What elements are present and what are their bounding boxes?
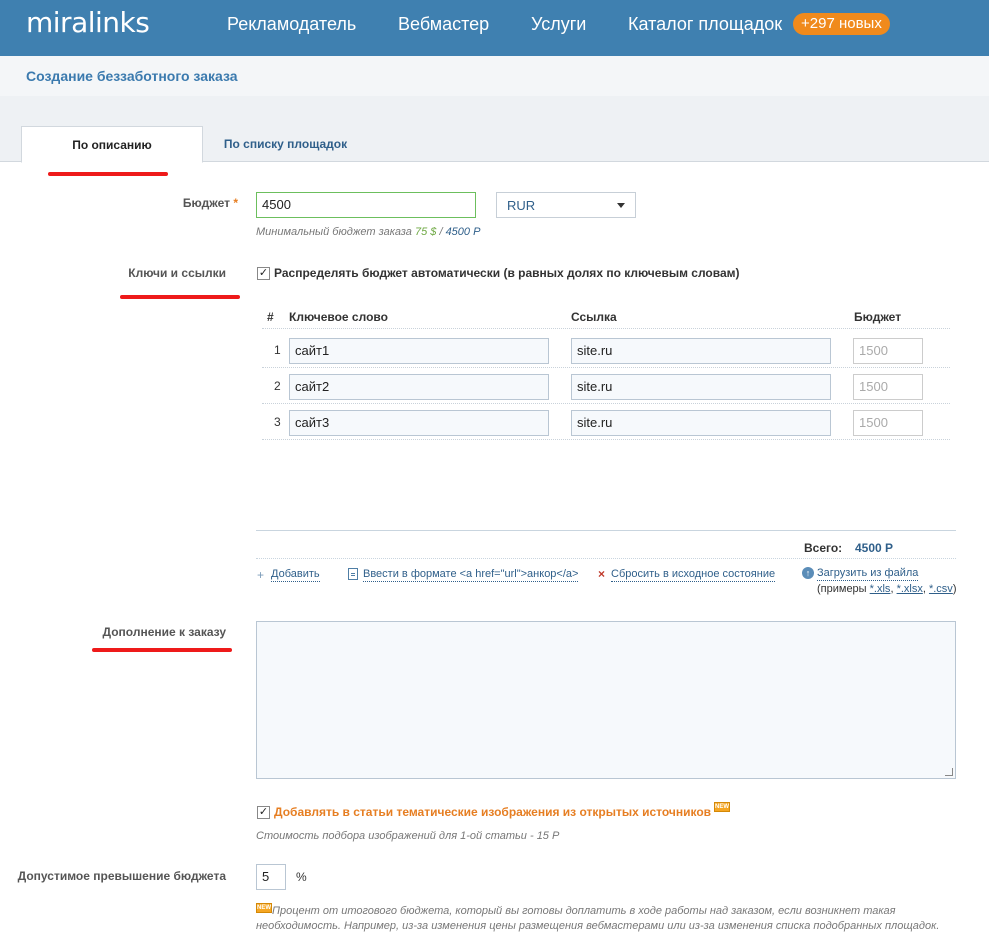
overrun-hint-line1: Процент от итогового бюджета, который вы… — [272, 905, 896, 917]
budget-label: Бюджет * — [120, 196, 238, 210]
nav-advertiser[interactable]: Рекламодатель — [227, 14, 356, 35]
examples-suffix: ) — [952, 583, 957, 595]
row-number: 3 — [274, 415, 281, 429]
required-mark: * — [233, 196, 238, 210]
images-cost-hint: Стоимость подбора изображений для 1-ой с… — [256, 830, 560, 842]
upload-icon[interactable]: ↑ — [802, 567, 814, 579]
row-divider — [262, 439, 950, 440]
overrun-hint-line2: необходимость. Например, из-за изменения… — [256, 920, 940, 932]
total-divider-dotted — [256, 558, 956, 559]
red-underline-mark — [120, 295, 240, 299]
miralinks-logo[interactable]: miralinks — [26, 6, 150, 39]
top-navbar: miralinks Рекламодатель Вебмастер Услуги… — [0, 0, 989, 56]
red-underline-mark — [48, 172, 168, 176]
examples-prefix: (примеры — [817, 583, 867, 595]
currency-value: RUR — [507, 198, 536, 213]
budget-label-text: Бюджет — [182, 196, 230, 210]
auto-distribute-checkbox[interactable]: ✓ — [257, 267, 270, 280]
document-icon[interactable] — [348, 568, 358, 580]
keyword-input[interactable]: сайт3 — [289, 410, 549, 436]
upload-file-link[interactable]: Загрузить из файла — [817, 567, 919, 581]
row-budget-input[interactable]: 1500 — [853, 374, 923, 400]
chevron-down-icon — [617, 203, 625, 208]
close-icon[interactable]: × — [598, 567, 605, 581]
total-divider — [256, 530, 956, 531]
total-value: 4500 Р — [855, 541, 894, 555]
keys-label: Ключи и ссылки — [128, 266, 226, 280]
col-budget: Бюджет — [854, 310, 902, 324]
subheader: Создание беззаботного заказа — [0, 56, 989, 96]
budget-hint-rub: 4500 Р — [445, 226, 481, 238]
budget-hint-usd: 75 $ — [414, 226, 437, 238]
reset-link[interactable]: Сбросить в исходное состояние — [611, 568, 776, 582]
keyword-input[interactable]: сайт1 — [289, 338, 549, 364]
new-badge-icon: NEW — [256, 903, 272, 913]
tab-by-description[interactable]: По описанию — [21, 126, 203, 163]
col-number: # — [267, 310, 274, 324]
order-addition-textarea[interactable] — [256, 621, 956, 779]
keyword-input[interactable]: сайт2 — [289, 374, 549, 400]
add-row-link[interactable]: Добавить — [271, 568, 320, 582]
tabs-bar: По описанию По списку площадок — [0, 96, 989, 163]
resize-handle-icon[interactable] — [945, 768, 953, 776]
red-underline-mark — [92, 648, 232, 652]
currency-select[interactable]: RUR — [496, 192, 636, 218]
new-badge-icon: NEW — [714, 802, 730, 812]
file-examples: (примеры *.xls, *.xlsx, *.csv) — [817, 583, 957, 595]
row-divider — [262, 403, 950, 404]
col-keyword: Ключевое слово — [289, 310, 388, 324]
overrun-label: Допустимое превышение бюджета — [17, 869, 226, 883]
link-input[interactable]: site.ru — [571, 374, 831, 400]
nav-webmaster[interactable]: Вебмастер — [398, 14, 489, 35]
new-sites-badge[interactable]: +297 новых — [793, 13, 890, 35]
example-xlsx-link[interactable]: *.xlsx — [897, 583, 923, 595]
example-xls-link[interactable]: *.xls — [870, 583, 891, 595]
enter-format-link[interactable]: Ввести в формате <a href="url">анкор</a> — [363, 568, 579, 582]
budget-input[interactable]: 4500 — [256, 192, 476, 218]
row-divider — [262, 367, 950, 368]
auto-distribute-label: Распределять бюджет автоматически (в рав… — [274, 266, 740, 280]
total-label: Всего: — [804, 541, 843, 555]
row-number: 2 — [274, 379, 281, 393]
row-number: 1 — [274, 343, 281, 357]
budget-hint-sep: / — [436, 226, 446, 238]
page-title: Создание беззаботного заказа — [26, 68, 238, 84]
col-link: Ссылка — [571, 310, 617, 324]
row-divider — [262, 328, 950, 329]
budget-hint-prefix: Минимальный бюджет заказа — [256, 226, 412, 238]
example-csv-link[interactable]: *.csv — [929, 583, 953, 595]
row-budget-input[interactable]: 1500 — [853, 410, 923, 436]
addition-label: Дополнение к заказу — [102, 625, 226, 639]
add-images-checkbox[interactable]: ✓ — [257, 806, 270, 819]
link-input[interactable]: site.ru — [571, 338, 831, 364]
add-images-label: Добавлять в статьи тематические изображе… — [274, 805, 712, 819]
overrun-input[interactable]: 5 — [256, 864, 286, 890]
nav-services[interactable]: Услуги — [531, 14, 586, 35]
link-input[interactable]: site.ru — [571, 410, 831, 436]
row-budget-input[interactable]: 1500 — [853, 338, 923, 364]
tab-by-site-list[interactable]: По списку площадок — [213, 126, 358, 162]
nav-catalog[interactable]: Каталог площадок — [628, 14, 782, 35]
plus-icon[interactable]: + — [257, 568, 264, 582]
budget-hint: Минимальный бюджет заказа 75 $ / 4500 Р — [256, 226, 480, 238]
percent-unit: % — [296, 870, 307, 884]
